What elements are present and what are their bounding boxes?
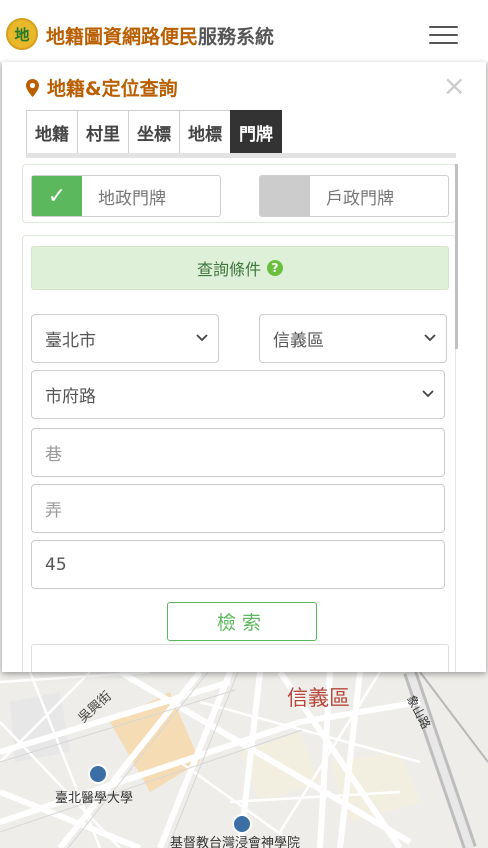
unchecked-switch (260, 176, 310, 216)
road-select[interactable]: 市府路 (31, 370, 445, 419)
panel-scrollbar[interactable] (455, 164, 458, 349)
query-conditions-header: 查詢條件 ? (31, 246, 449, 290)
toggle-land-address-label: 地政門牌 (98, 188, 166, 209)
app-title-part2: 服務系統 (198, 26, 275, 48)
result-area (31, 644, 449, 672)
panel-header: 地籍&定位查詢 (26, 74, 178, 101)
logo-mark-text: 地 (14, 25, 30, 44)
toggle-household-address-label: 戶政門牌 (326, 188, 394, 209)
number-input[interactable]: 45 (31, 540, 445, 589)
map-label-seminary: 基督教台灣浸會神學院 (170, 836, 301, 848)
panel-scroll-area[interactable]: ✓ 地政門牌 戶政門牌 查詢條件 ? 臺北市 信義區 市府路 巷 弄 45 檢索 (22, 164, 456, 672)
check-icon: ✓ (32, 176, 82, 216)
toggle-land-address[interactable]: ✓ 地政門牌 (31, 175, 221, 217)
logo-icon[interactable]: 地 (6, 18, 38, 50)
tab-address[interactable]: 門牌 (230, 110, 282, 154)
district-select[interactable]: 信義區 (259, 314, 447, 363)
app-title[interactable]: 地籍圖資網路便民服務系統 (46, 22, 274, 49)
city-select[interactable]: 臺北市 (31, 314, 219, 363)
query-tabs: 地籍 村里 坐標 地標 門牌 (26, 110, 282, 154)
help-icon[interactable]: ? (267, 260, 283, 276)
tab-coordinate[interactable]: 坐標 (128, 110, 179, 154)
map-label-district: 信義區 (287, 686, 350, 710)
map-pin-icon (26, 78, 39, 97)
panel-title: 地籍&定位查詢 (47, 78, 178, 100)
address-type-group: ✓ 地政門牌 戶政門牌 (22, 164, 456, 223)
city-select-value: 臺北市 (45, 331, 96, 351)
tab-landmark[interactable]: 地標 (179, 110, 230, 154)
toggle-household-address[interactable]: 戶政門牌 (259, 175, 449, 217)
app-title-part1: 地籍圖資網路便民 (46, 26, 199, 48)
close-icon[interactable]: × (443, 72, 466, 100)
road-select-value: 市府路 (45, 387, 96, 407)
query-conditions: 查詢條件 ? 臺北市 信義區 市府路 巷 弄 45 檢索 (22, 235, 456, 672)
app-header: 地 地籍圖資網路便民服務系統 (0, 0, 488, 62)
chevron-down-icon (196, 334, 208, 342)
lane-input[interactable]: 巷 (31, 428, 445, 477)
district-select-value: 信義區 (273, 331, 324, 351)
tab-village[interactable]: 村里 (77, 110, 128, 154)
menu-icon[interactable] (429, 26, 458, 46)
chevron-down-icon (422, 390, 434, 398)
alley-input[interactable]: 弄 (31, 484, 445, 533)
tab-cadastre[interactable]: 地籍 (26, 110, 77, 154)
school-icon (232, 814, 252, 834)
tab-divider (26, 153, 456, 158)
map-label-university: 臺北醫學大學 (55, 791, 134, 806)
chevron-down-icon (424, 334, 436, 342)
query-panel: 地籍&定位查詢 × 地籍 村里 坐標 地標 門牌 ✓ 地政門牌 戶政門牌 查詢條… (2, 62, 486, 672)
search-button[interactable]: 檢索 (167, 602, 317, 641)
query-conditions-title: 查詢條件 (196, 260, 261, 279)
school-icon (88, 764, 108, 784)
